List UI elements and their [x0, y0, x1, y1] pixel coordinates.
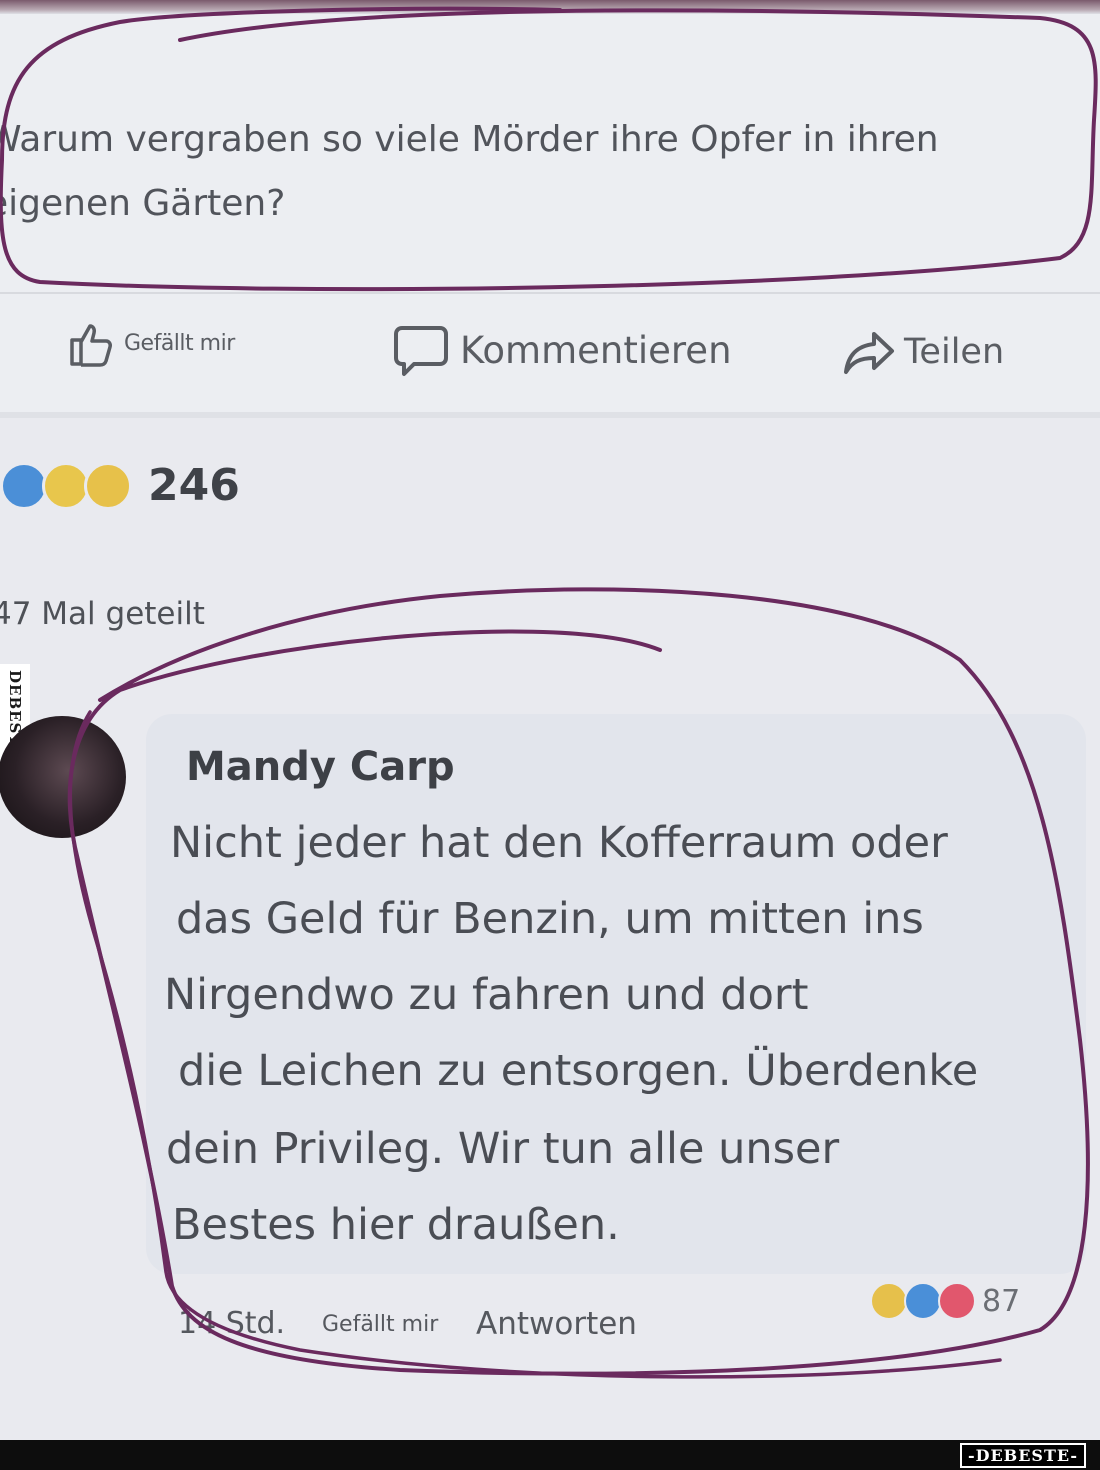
love-reaction-icon	[938, 1282, 976, 1320]
comment-author[interactable]: Mandy Carp	[186, 744, 455, 790]
bottom-bar: -DEBESTE-	[0, 1440, 1100, 1470]
comment-reaction-count: 87	[982, 1283, 1021, 1319]
haha-reaction-icon	[84, 461, 132, 510]
comment-like-button[interactable]: Gefällt mir	[322, 1312, 438, 1337]
haha-reaction-icon	[870, 1282, 908, 1320]
like-reaction-icon	[904, 1282, 942, 1320]
avatar[interactable]	[0, 716, 126, 838]
comment-timestamp[interactable]: 14 Std.	[178, 1306, 285, 1341]
comment-icon	[394, 326, 448, 376]
watermark-bottom: -DEBESTE-	[959, 1443, 1086, 1468]
share-count[interactable]: 47 Mal geteilt	[0, 596, 205, 632]
like-reaction-icon	[0, 461, 48, 510]
comment-reactions[interactable]: 87	[870, 1282, 1020, 1320]
comment-line: die Leichen zu entsorgen. Überdenke	[178, 1046, 979, 1096]
question-line: Warum vergraben so viele Mörder ihre Opf…	[0, 119, 939, 160]
reaction-count: 246	[148, 460, 240, 511]
comment-reply-button[interactable]: Antworten	[476, 1306, 637, 1342]
comment-line: Nicht jeder hat den Kofferraum oder	[170, 818, 948, 868]
question-line: eigenen Gärten?	[0, 183, 286, 224]
share-label: Teilen	[904, 332, 1005, 372]
wow-reaction-icon	[42, 461, 90, 510]
comment-line: Nirgendwo zu fahren und dort	[164, 970, 809, 1020]
like-button[interactable]: Gefällt mir	[66, 318, 235, 368]
like-label: Gefällt mir	[124, 330, 235, 356]
comment-line: Bestes hier draußen.	[172, 1200, 620, 1250]
top-edge	[0, 0, 1100, 14]
thumbs-up-icon	[70, 324, 112, 367]
share-button[interactable]: Teilen	[842, 328, 1004, 376]
divider	[0, 292, 1100, 294]
post-reactions[interactable]: 246	[0, 460, 240, 511]
divider	[0, 412, 1100, 418]
comment-button[interactable]: Kommentieren	[392, 322, 732, 378]
post-question: Warum vergraben so viele Mörder ihre Opf…	[0, 108, 1100, 236]
comment-line: dein Privileg. Wir tun alle unser	[166, 1124, 840, 1174]
comment-line: das Geld für Benzin, um mitten ins	[176, 894, 924, 944]
comment-label: Kommentieren	[460, 328, 732, 372]
share-icon	[844, 332, 894, 374]
